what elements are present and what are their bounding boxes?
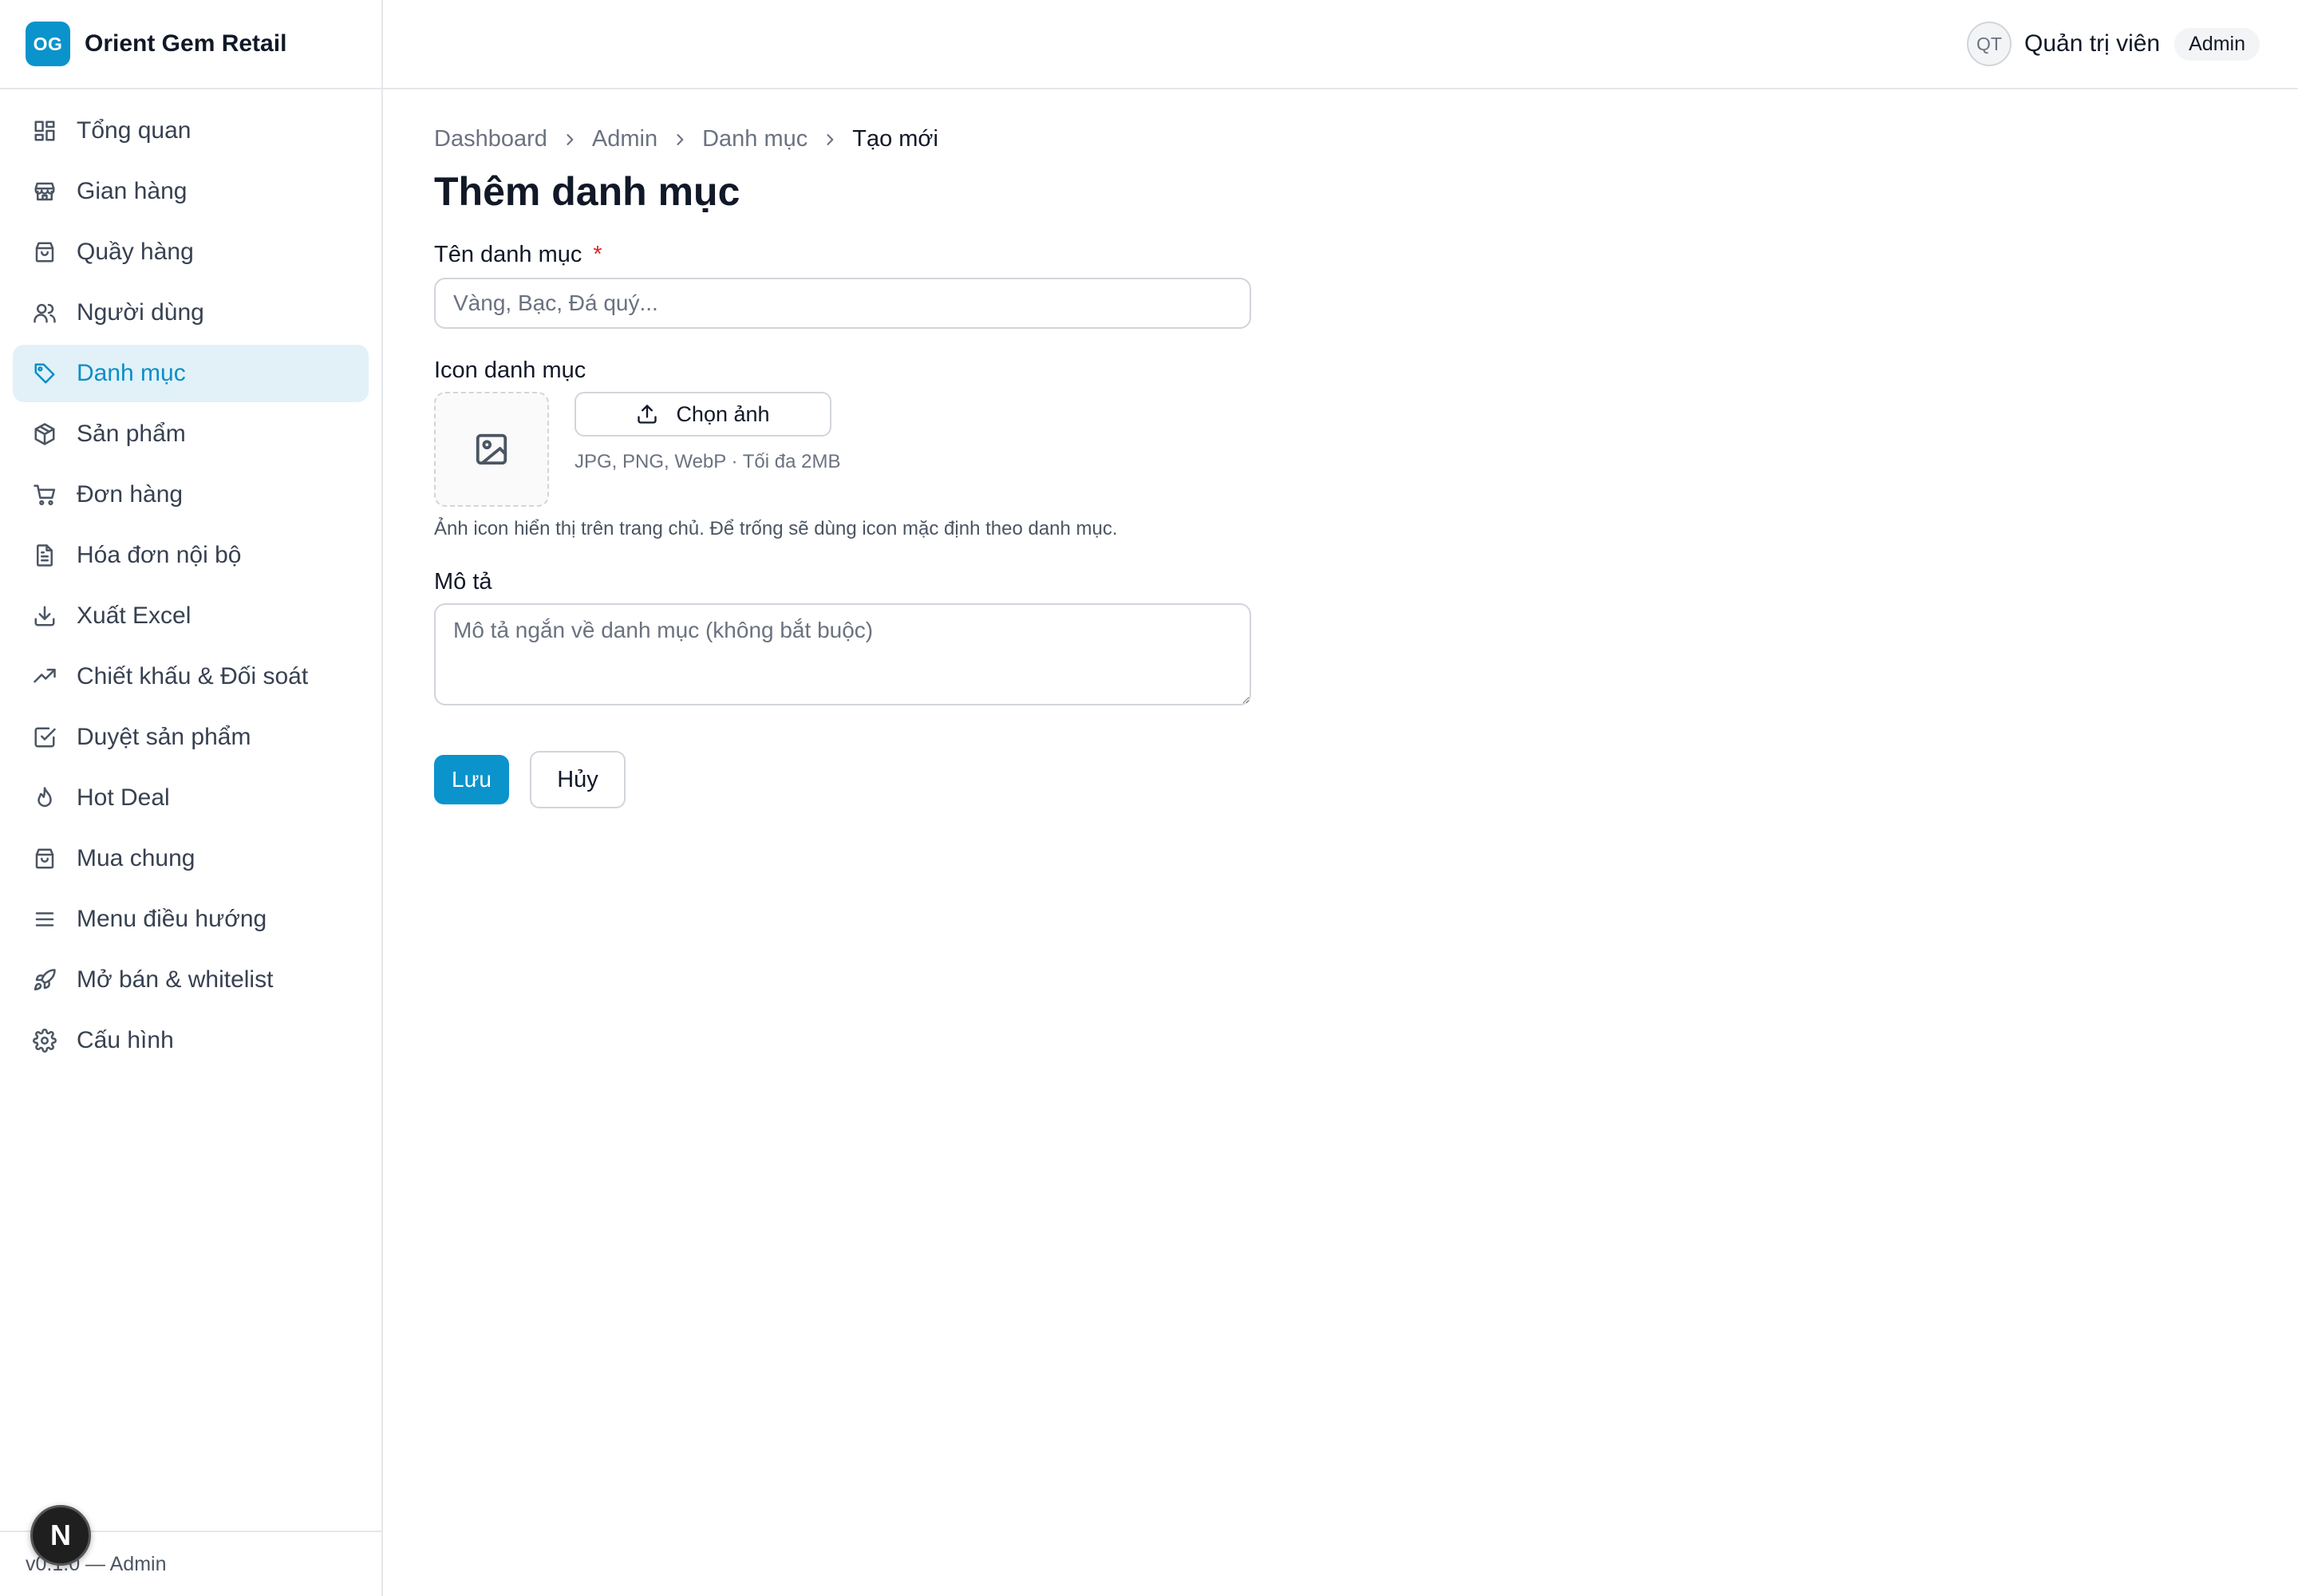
name-field-label: Tên danh mục *	[434, 242, 1711, 268]
sidebar-item-xuat-excel[interactable]: Xuất Excel	[13, 587, 369, 645]
topbar: QT Quản trị viên Admin	[383, 0, 2298, 89]
shopping-bag-icon	[32, 239, 57, 265]
sidebar-item-label: Sản phẩm	[77, 421, 186, 447]
choose-image-button[interactable]: Chọn ảnh	[574, 392, 831, 437]
sidebar-item-label: Tổng quan	[77, 117, 192, 144]
required-mark: *	[593, 242, 602, 267]
cancel-button[interactable]: Hủy	[530, 751, 626, 808]
package-icon	[32, 421, 57, 447]
form-actions: Lưu Hủy	[434, 751, 1711, 808]
sidebar-item-label: Mua chung	[77, 845, 195, 871]
sidebar-item-label: Hot Deal	[77, 784, 170, 811]
sidebar-nav: Tổng quan Gian hàng Quầy hàng Người dùng…	[0, 89, 381, 1069]
sidebar-item-quay-hang[interactable]: Quầy hàng	[13, 223, 369, 281]
sidebar-item-label: Hóa đơn nội bộ	[77, 542, 242, 568]
sidebar-item-danh-muc[interactable]: Danh mục	[13, 345, 369, 402]
sidebar-item-label: Cấu hình	[77, 1027, 174, 1053]
sidebar-item-don-hang[interactable]: Đơn hàng	[13, 466, 369, 523]
sidebar-item-label: Menu điều hướng	[77, 906, 267, 932]
sidebar-item-duyet-san-pham[interactable]: Duyệt sản phẩm	[13, 709, 369, 766]
sidebar-item-cau-hinh[interactable]: Cấu hình	[13, 1012, 369, 1069]
upload-column: Chọn ảnh JPG, PNG, WebP · Tối đa 2MB	[574, 392, 840, 507]
description-textarea[interactable]	[434, 603, 1251, 705]
name-label-text: Tên danh mục	[434, 242, 582, 267]
cart-icon	[32, 482, 57, 508]
sidebar-item-label: Duyệt sản phẩm	[77, 724, 251, 750]
page-title: Thêm danh mục	[434, 169, 740, 214]
store-icon	[32, 179, 57, 204]
file-text-icon	[32, 543, 57, 568]
sidebar-item-label: Quầy hàng	[77, 239, 194, 265]
sidebar-item-label: Gian hàng	[77, 178, 188, 204]
sidebar-item-label: Xuất Excel	[77, 602, 192, 629]
dashboard-icon	[32, 118, 57, 144]
icon-help-text: Ảnh icon hiển thị trên trang chủ. Để trố…	[434, 518, 1118, 539]
sidebar-item-label: Mở bán & whitelist	[77, 966, 274, 993]
sidebar-item-menu-dieu-huong[interactable]: Menu điều hướng	[13, 891, 369, 948]
choose-image-label: Chọn ảnh	[676, 401, 770, 426]
download-icon	[32, 603, 57, 629]
icon-upload-row: Chọn ảnh JPG, PNG, WebP · Tối đa 2MB	[434, 392, 1711, 507]
users-icon	[32, 300, 57, 326]
settings-icon	[32, 1028, 57, 1053]
upload-icon	[636, 403, 676, 425]
brand[interactable]: OG Orient Gem Retail	[0, 0, 381, 89]
user-name: Quản trị viên	[2024, 30, 2161, 57]
rocket-icon	[32, 967, 57, 993]
sidebar-item-label: Chiết khấu & Đối soát	[77, 663, 309, 689]
sidebar-item-san-pham[interactable]: Sản phẩm	[13, 405, 369, 463]
flame-icon	[32, 785, 57, 811]
breadcrumb-current: Tạo mới	[852, 126, 938, 152]
sidebar-item-label: Danh mục	[77, 360, 186, 386]
sidebar-item-gian-hang[interactable]: Gian hàng	[13, 163, 369, 220]
menu-icon	[32, 907, 57, 932]
brand-name: Orient Gem Retail	[85, 30, 287, 57]
upload-hint: JPG, PNG, WebP · Tối đa 2MB	[574, 451, 841, 472]
shopping-bag-icon	[32, 846, 57, 871]
category-name-input[interactable]	[434, 278, 1251, 329]
sidebar-item-label: Đơn hàng	[77, 481, 184, 508]
breadcrumb-danh-muc[interactable]: Danh mục	[702, 126, 807, 152]
icon-field-label: Icon danh mục	[434, 358, 586, 383]
sidebar-item-mo-ban[interactable]: Mở bán & whitelist	[13, 951, 369, 1009]
main-content: Dashboard Admin Danh mục Tạo mới Thêm da…	[434, 89, 1711, 808]
sidebar: OG Orient Gem Retail Tổng quan Gian hàng…	[0, 0, 383, 1596]
sidebar-item-hot-deal[interactable]: Hot Deal	[13, 769, 369, 827]
chevron-right-icon	[562, 132, 578, 148]
avatar[interactable]: QT	[1967, 22, 2012, 66]
dev-tools-badge[interactable]: N	[30, 1505, 91, 1566]
trending-up-icon	[32, 664, 57, 689]
icon-preview[interactable]	[434, 392, 549, 507]
sidebar-item-hoa-don-noi-bo[interactable]: Hóa đơn nội bộ	[13, 527, 369, 584]
image-icon	[473, 431, 510, 468]
tag-icon	[32, 361, 57, 386]
sidebar-item-mua-chung[interactable]: Mua chung	[13, 830, 369, 887]
chevron-right-icon	[672, 132, 688, 148]
breadcrumb-admin[interactable]: Admin	[592, 126, 657, 152]
sidebar-item-label: Người dùng	[77, 299, 204, 326]
description-field-label: Mô tả	[434, 569, 492, 595]
breadcrumb-dashboard[interactable]: Dashboard	[434, 126, 547, 152]
chevron-right-icon	[822, 132, 838, 148]
sidebar-item-tong-quan[interactable]: Tổng quan	[13, 102, 369, 160]
breadcrumb: Dashboard Admin Danh mục Tạo mới	[434, 126, 1711, 152]
sidebar-item-nguoi-dung[interactable]: Người dùng	[13, 284, 369, 342]
role-badge: Admin	[2174, 27, 2260, 61]
check-square-icon	[32, 725, 57, 750]
save-button[interactable]: Lưu	[434, 755, 509, 804]
brand-logo: OG	[26, 22, 70, 66]
sidebar-item-chiet-khau[interactable]: Chiết khấu & Đối soát	[13, 648, 369, 705]
